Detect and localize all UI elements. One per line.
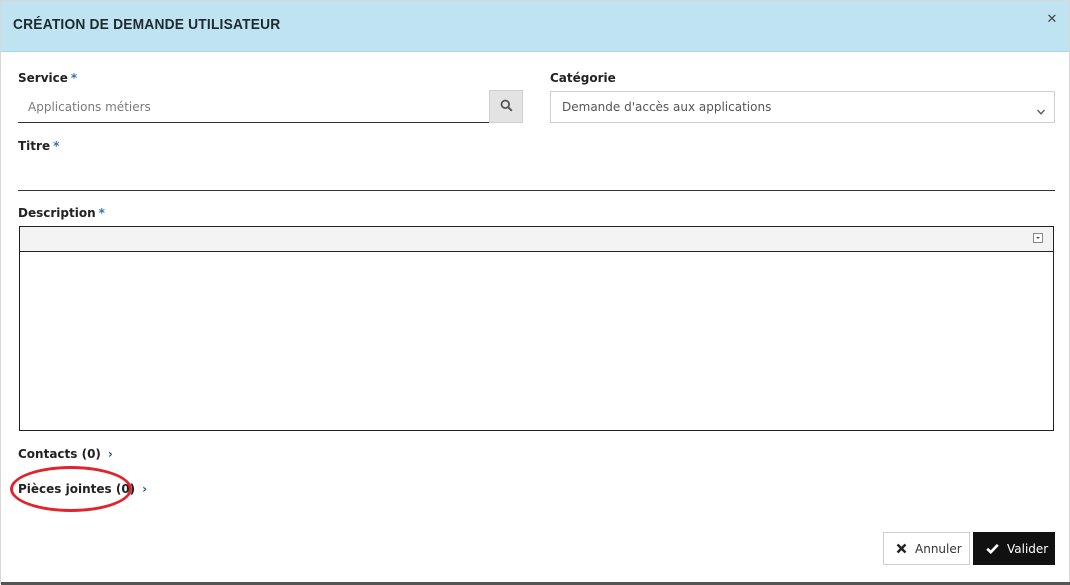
chevron-down-icon	[1036, 102, 1046, 121]
required-mark: *	[98, 206, 105, 220]
x-icon	[896, 543, 907, 554]
required-mark: *	[53, 139, 60, 153]
description-label-text: Description	[18, 206, 96, 220]
category-selected-value: Demande d'accès aux applications	[562, 100, 772, 114]
service-input[interactable]	[18, 91, 489, 122]
cancel-label: Annuler	[915, 541, 962, 556]
dialog-title: CRÉATION DE DEMANDE UTILISATEUR	[13, 16, 281, 33]
title-label: Titre *	[18, 139, 59, 153]
cancel-button[interactable]: Annuler	[883, 532, 970, 565]
contacts-section-toggle[interactable]: Contacts (0) ›	[18, 447, 113, 461]
service-field[interactable]	[18, 91, 489, 123]
service-label: Service *	[18, 71, 77, 85]
submit-button[interactable]: Valider	[973, 532, 1055, 565]
description-editor	[19, 226, 1054, 431]
description-textarea[interactable]	[20, 252, 1053, 430]
close-icon[interactable]: ✕	[1045, 13, 1059, 27]
dialog-header: CRÉATION DE DEMANDE UTILISATEUR ✕	[1, 1, 1069, 52]
submit-label: Valider	[1007, 541, 1049, 556]
description-label: Description *	[18, 206, 105, 220]
chevron-right-icon: ›	[142, 482, 148, 496]
category-label: Catégorie	[550, 71, 616, 85]
create-request-dialog: CRÉATION DE DEMANDE UTILISATEUR ✕ Servic…	[0, 0, 1070, 585]
contacts-label: Contacts (0)	[18, 447, 101, 461]
check-icon	[986, 543, 999, 554]
editor-toolbar	[20, 227, 1053, 252]
attachments-label: Pièces jointes (0)	[18, 482, 136, 496]
search-icon	[500, 97, 513, 116]
title-field[interactable]	[18, 159, 1055, 191]
title-label-text: Titre	[18, 139, 51, 153]
title-input[interactable]	[18, 159, 1055, 190]
toolbar-toggle-icon[interactable]	[1033, 233, 1043, 243]
service-search-button[interactable]	[489, 90, 523, 123]
required-mark: *	[70, 71, 78, 85]
service-label-text: Service	[18, 71, 68, 85]
category-select[interactable]: Demande d'accès aux applications	[550, 91, 1055, 123]
attachments-section-toggle[interactable]: Pièces jointes (0) ›	[18, 482, 147, 496]
chevron-right-icon: ›	[107, 447, 113, 461]
